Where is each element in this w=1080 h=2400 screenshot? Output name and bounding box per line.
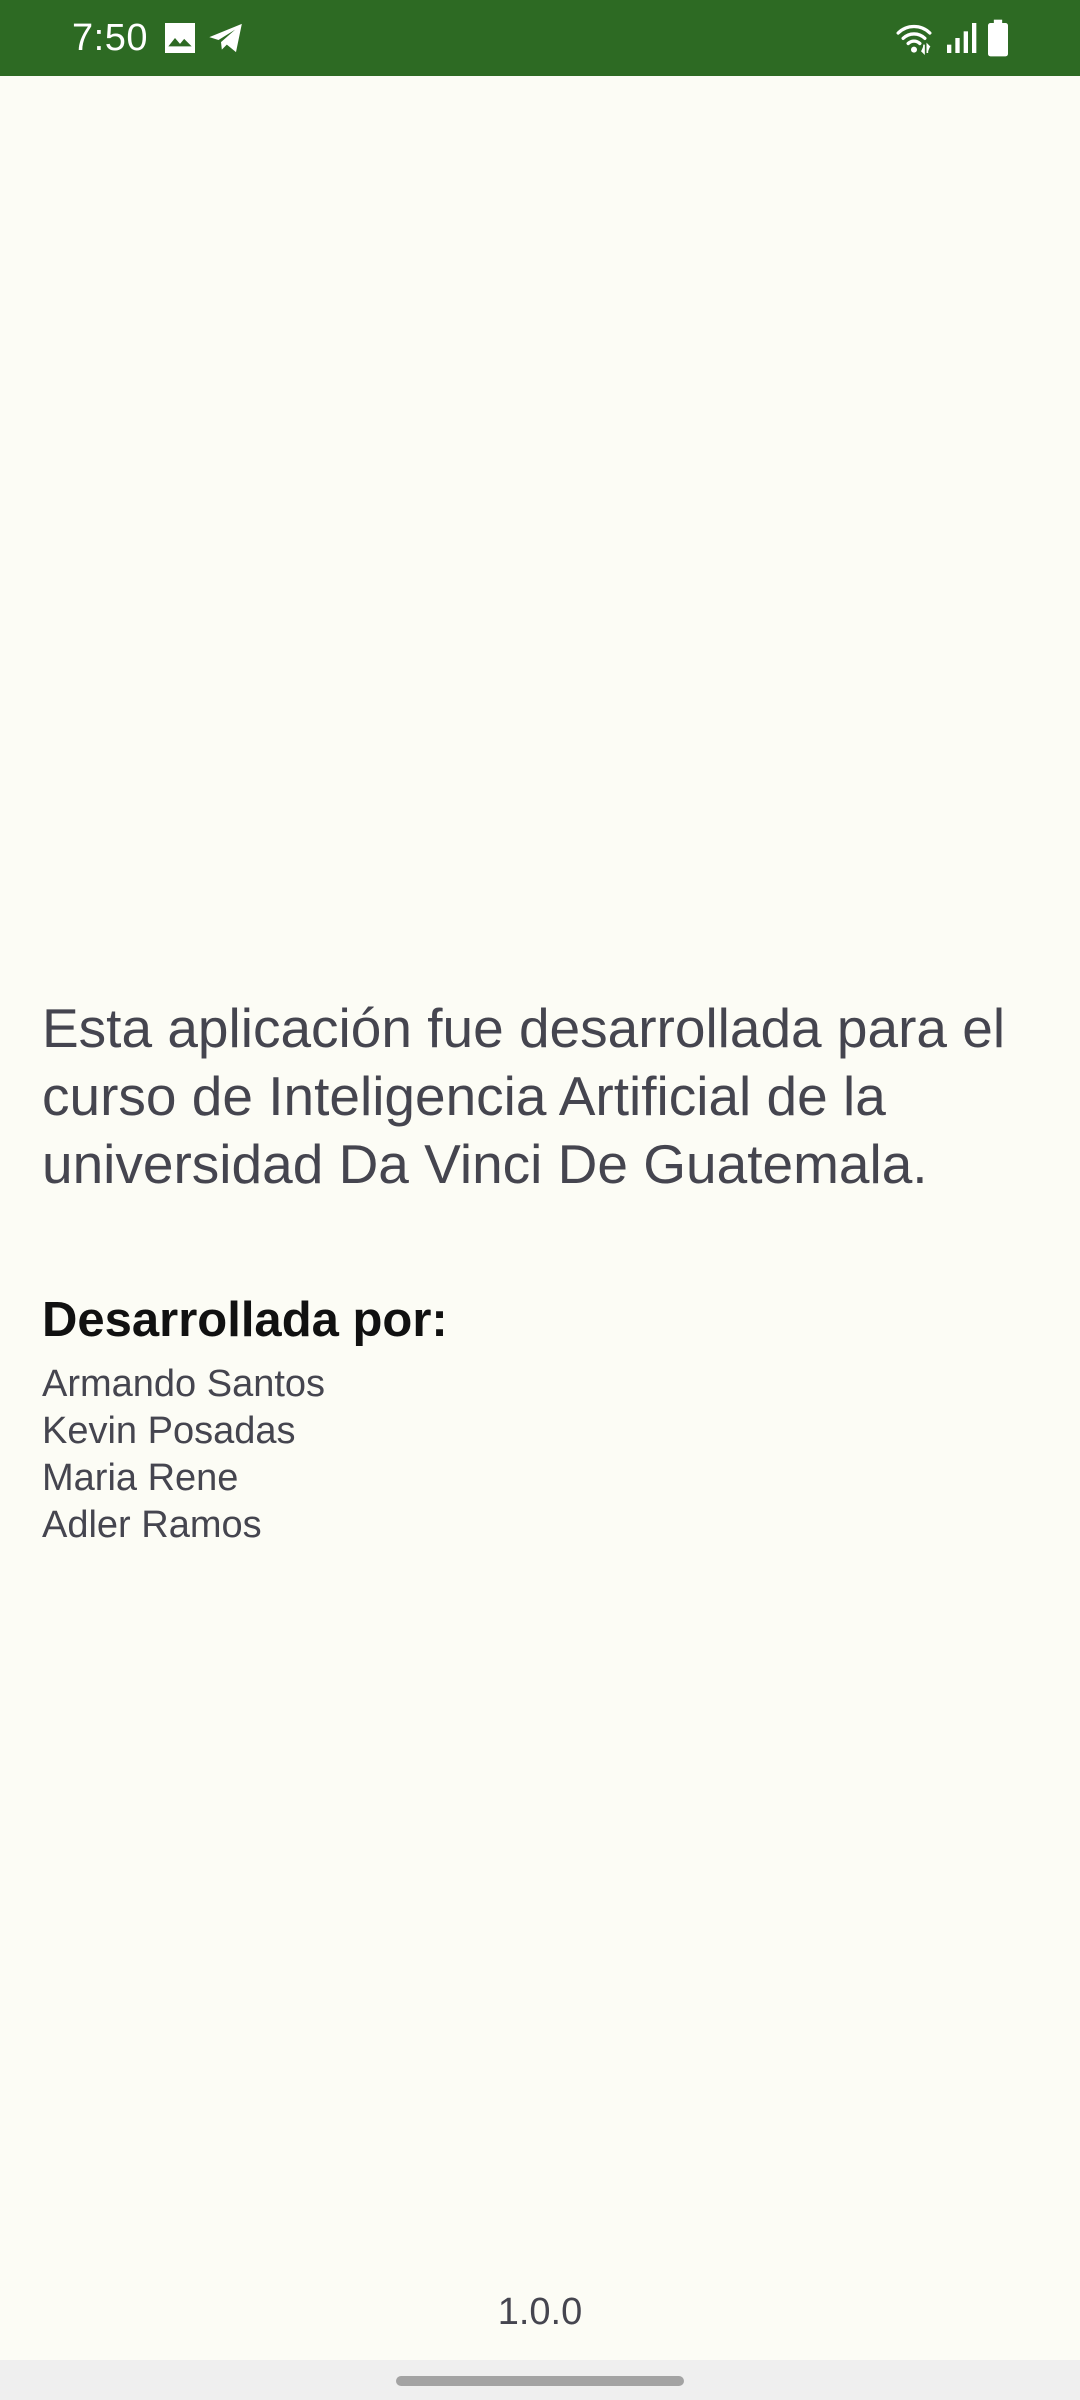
image-icon (160, 18, 200, 58)
signal-icon (942, 18, 982, 58)
battery-icon (984, 18, 1012, 58)
status-bar: 7:50 (0, 0, 1080, 76)
wifi-icon (894, 18, 934, 58)
credits-heading: Desarrollada por: (42, 1293, 448, 1347)
version-label: 1.0.0 (497, 2291, 583, 2333)
developer-name: Maria Rene (42, 1457, 239, 1499)
about-paragraph: Esta aplicación fue desarrollada para el… (42, 997, 1006, 1195)
status-time: 7:50 (72, 17, 148, 59)
developer-name: Armando Santos (42, 1363, 326, 1405)
developer-list: Armando Santos Kevin Posadas Maria Rene … (42, 1361, 325, 1549)
developer-name: Kevin Posadas (42, 1410, 296, 1452)
telegram-icon (206, 18, 246, 58)
navigation-bar (0, 2360, 1080, 2400)
developer-name: Adler Ramos (42, 1504, 262, 1546)
home-gesture-handle[interactable] (396, 2376, 684, 2386)
